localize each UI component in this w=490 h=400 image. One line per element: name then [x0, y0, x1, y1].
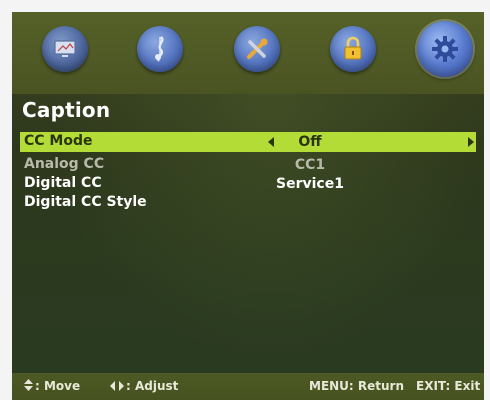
adjust-hint: : Adjust [110, 379, 178, 394]
arrow-right-icon[interactable] [468, 137, 474, 147]
sound-menu-button[interactable] [137, 26, 183, 72]
cc-mode-value: Off [298, 134, 322, 150]
digital-cc-style-row[interactable]: Digital CC Style [20, 193, 476, 213]
menu-icon-bar [12, 12, 484, 94]
cc-mode-label: CC Mode [24, 133, 93, 149]
analog-cc-row[interactable]: Analog CC CC1 [20, 155, 476, 175]
sound-icon [150, 35, 170, 63]
left-right-arrows-icon [110, 380, 124, 394]
setup-menu-button[interactable] [234, 26, 280, 72]
page-title: Caption [22, 98, 111, 122]
setup-icon [244, 36, 270, 62]
analog-cc-label: Analog CC [24, 156, 105, 172]
cc-mode-row[interactable]: CC Mode Off [20, 132, 476, 152]
up-down-arrows-icon [24, 379, 33, 394]
move-hint: : Move [24, 379, 80, 394]
picture-icon [53, 39, 77, 59]
move-hint-text: : Move [35, 379, 81, 393]
analog-cc-value: CC1 [294, 157, 326, 173]
picture-menu-button[interactable] [42, 26, 88, 72]
lock-icon [342, 36, 364, 62]
exit-hint: EXIT: Exit [416, 379, 481, 393]
digital-cc-row[interactable]: Digital CC Service1 [20, 174, 476, 194]
digital-cc-value: Service1 [276, 176, 344, 192]
tv-osd-screen: Caption CC Mode Off Analog CC CC1 Digita… [12, 12, 484, 400]
adjust-hint-text: : Adjust [126, 379, 179, 393]
digital-cc-style-label: Digital CC Style [24, 194, 147, 210]
lock-menu-button[interactable] [330, 26, 376, 72]
options-gear-icon [430, 34, 460, 64]
menu-return-hint: MENU: Return [309, 379, 405, 393]
digital-cc-label: Digital CC [24, 175, 102, 191]
footer-hint-bar: : Move : Adjust MENU: Return EXIT: Exit [12, 373, 484, 400]
options-menu-button[interactable] [417, 21, 473, 77]
